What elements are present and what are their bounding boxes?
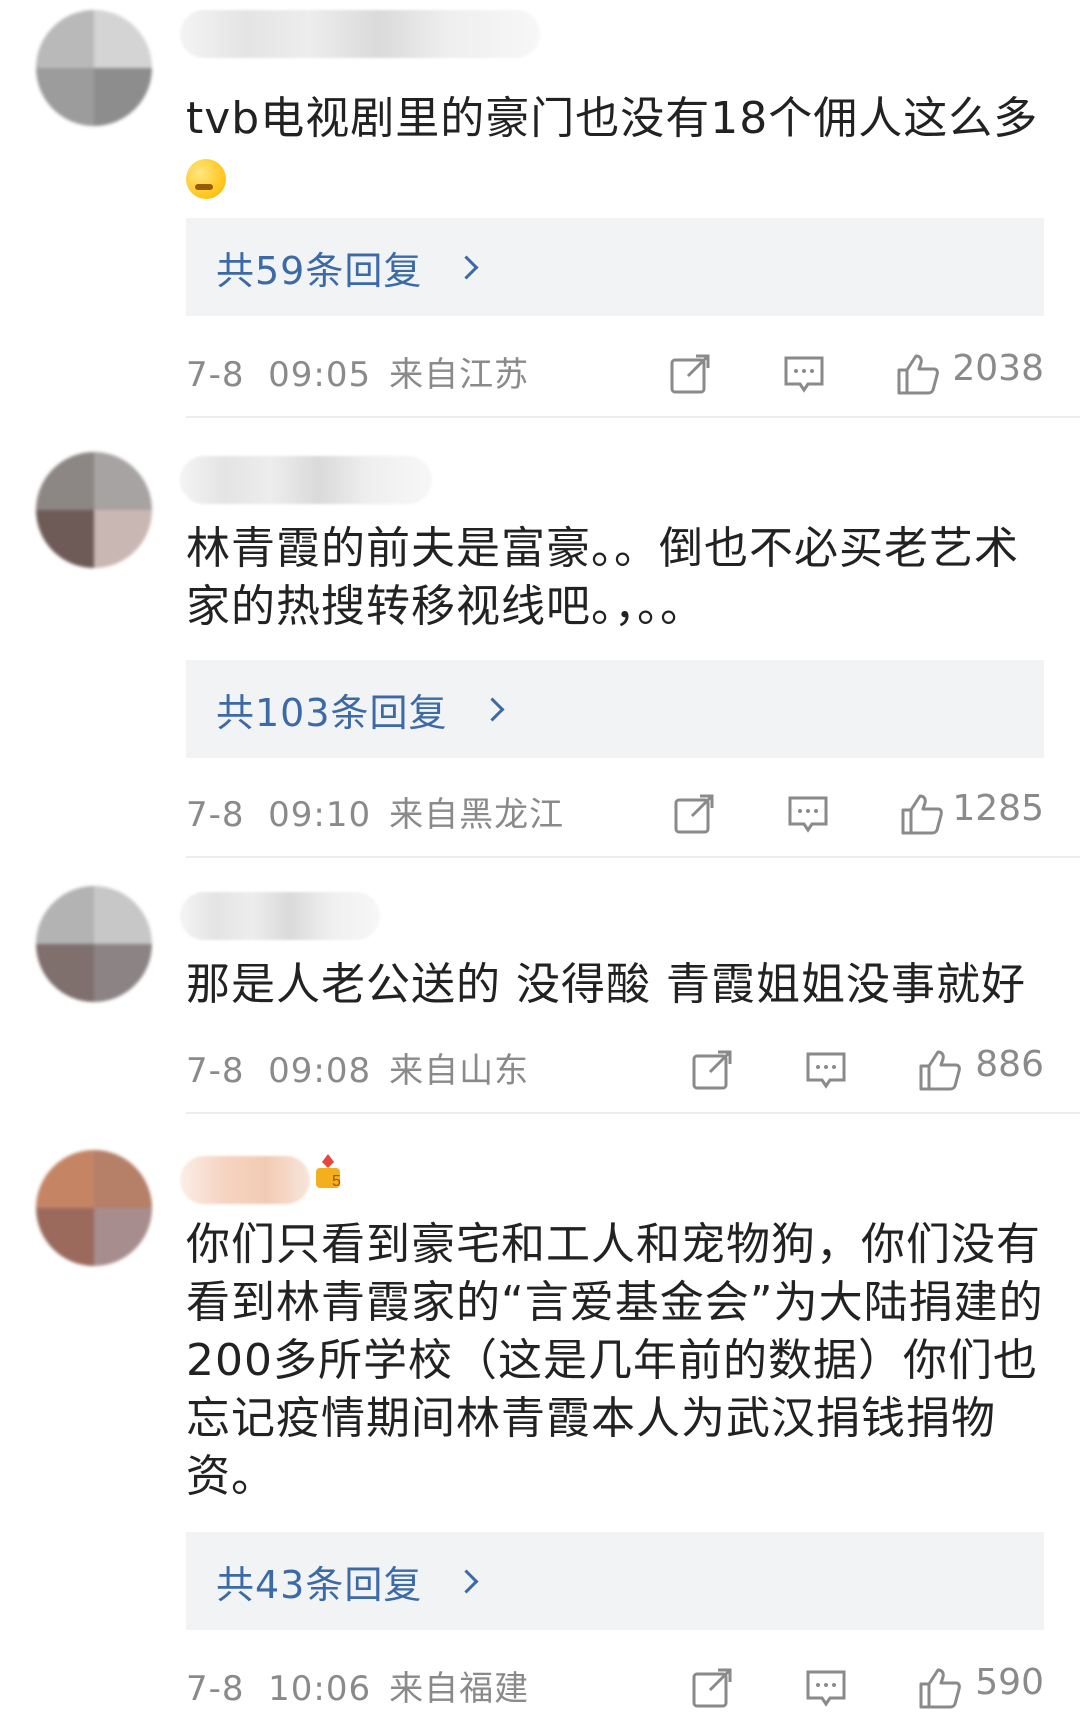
timestamp: 7-8 09:08 来自山东 xyxy=(186,1050,530,1091)
share-icon[interactable] xyxy=(672,792,716,836)
replies-button[interactable]: 共43条回复 xyxy=(186,1532,1044,1630)
username-blurred[interactable] xyxy=(180,892,380,940)
share-icon[interactable] xyxy=(690,1666,734,1710)
comment-meta: 7-8 09:08 来自山东 886 xyxy=(186,1042,1044,1092)
timestamp: 7-8 09:05 来自江苏 xyxy=(186,354,530,395)
comment-text: 林青霞的前夫是富豪。。倒也不必买老艺术家的热搜转移视线吧。，。。 xyxy=(186,523,1019,632)
comment-icon[interactable] xyxy=(782,352,826,396)
comment-text: 那是人老公送的 没得酸 青霞姐姐没事就好 xyxy=(186,959,1026,1010)
username-blurred[interactable] xyxy=(180,10,540,58)
comment-meta: 7-8 10:06 来自福建 590 xyxy=(186,1660,1044,1710)
comment-text: 你们只看到豪宅和工人和宠物狗，你们没有看到林青霞家的“言爱基金会”为大陆捐建的2… xyxy=(186,1219,1044,1502)
timestamp: 7-8 10:06 来自福建 xyxy=(186,1668,530,1709)
comment-meta: 7-8 09:05 来自江苏 2038 xyxy=(186,346,1044,396)
replies-label: 共43条回复 xyxy=(216,1562,423,1607)
avatar[interactable] xyxy=(36,10,152,126)
like-count: 590 xyxy=(975,1662,1044,1703)
like-icon[interactable] xyxy=(896,352,940,396)
divider xyxy=(186,416,1080,418)
embarrassed-face-emoji-icon xyxy=(186,159,226,199)
replies-button[interactable]: 共59条回复 xyxy=(186,218,1044,316)
chevron-right-icon xyxy=(454,254,479,280)
share-icon[interactable] xyxy=(668,352,712,396)
chevron-right-icon xyxy=(480,696,505,722)
username-blurred[interactable] xyxy=(180,1156,310,1204)
svg-text:5: 5 xyxy=(332,1173,341,1190)
like-icon[interactable] xyxy=(918,1666,962,1710)
comment-meta: 7-8 09:10 来自黑龙江 1285 xyxy=(186,786,1044,836)
comment-icon[interactable] xyxy=(804,1666,848,1710)
share-icon[interactable] xyxy=(690,1048,734,1092)
divider xyxy=(186,856,1080,858)
like-count: 2038 xyxy=(952,348,1044,389)
replies-label: 共103条回复 xyxy=(216,690,448,735)
like-count: 1285 xyxy=(952,788,1044,829)
comment-icon[interactable] xyxy=(804,1048,848,1092)
avatar[interactable] xyxy=(36,1150,152,1266)
avatar[interactable] xyxy=(36,886,152,1002)
chevron-right-icon xyxy=(454,1568,479,1594)
comment-text: tvb电视剧里的豪门也没有18个佣人这么多 xyxy=(186,90,1046,206)
vip-badge-icon: 5 xyxy=(310,1152,346,1192)
like-icon[interactable] xyxy=(900,792,944,836)
comment-icon[interactable] xyxy=(786,792,830,836)
avatar[interactable] xyxy=(36,452,152,568)
like-icon[interactable] xyxy=(918,1048,962,1092)
replies-label: 共59条回复 xyxy=(216,248,423,293)
replies-button[interactable]: 共103条回复 xyxy=(186,660,1044,758)
like-count: 886 xyxy=(975,1044,1044,1085)
username-blurred[interactable] xyxy=(180,456,432,504)
timestamp: 7-8 09:10 来自黑龙江 xyxy=(186,794,565,835)
divider xyxy=(186,1112,1080,1114)
